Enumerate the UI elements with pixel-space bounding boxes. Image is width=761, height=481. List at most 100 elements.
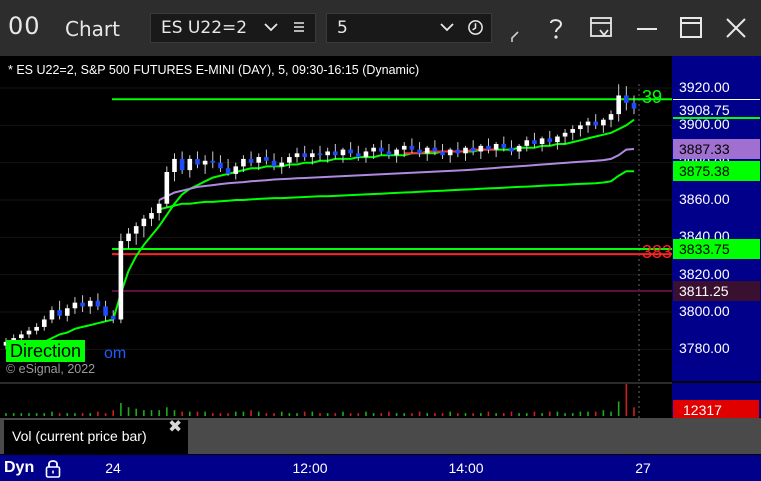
clipped-price-label-text: 383: [642, 242, 672, 263]
candle-body: [371, 147, 376, 152]
volume-bar: [273, 413, 275, 416]
candle-body: [478, 145, 484, 152]
time-tick-label: 12:00: [292, 460, 328, 476]
candle-body: [317, 153, 323, 156]
volume-bar: [35, 413, 38, 416]
volume-bar: [541, 413, 543, 416]
candle-body: [248, 158, 254, 163]
candle-body: [310, 153, 315, 158]
lock-icon[interactable]: [43, 457, 63, 479]
candle-body: [355, 153, 361, 158]
volume-bar: [150, 410, 153, 416]
volume-bar: [610, 411, 612, 416]
title-bar: 00 Chart ES U22=2 5: [0, 0, 761, 56]
price-scale[interactable]: 3920.003900.003880.003860.003840.003820.…: [672, 56, 761, 381]
volume-bar: [303, 411, 306, 416]
volume-bar: [403, 413, 406, 416]
volume-bar: [104, 413, 107, 416]
volume-bar: [495, 413, 497, 416]
volume-bars: [5, 384, 635, 416]
candle-body: [141, 218, 147, 227]
volume-bar: [135, 408, 137, 416]
candle-body: [57, 310, 62, 316]
list-icon[interactable]: [291, 20, 307, 36]
direction-study-label[interactable]: Direction: [6, 340, 86, 362]
volume-bar: [587, 411, 589, 416]
candle-body: [218, 162, 223, 169]
candle-body: [118, 241, 124, 320]
candle-body: [333, 151, 338, 156]
candle-body: [432, 147, 438, 152]
price-marker-label: 3833.75: [673, 239, 760, 259]
volume-bar: [296, 413, 298, 416]
candle-body: [493, 144, 499, 150]
candle-body: [95, 300, 101, 307]
minimize-icon[interactable]: [633, 14, 661, 42]
candle-body: [562, 132, 568, 137]
volume-bar: [395, 413, 398, 416]
volume-bar: [457, 413, 459, 416]
candle-body: [325, 151, 330, 156]
candle-body: [608, 114, 614, 120]
candle-body: [294, 153, 300, 158]
volume-bar: [571, 413, 574, 416]
volume-bar: [480, 413, 482, 416]
chevron-down-icon[interactable]: [439, 19, 455, 35]
chart-plot[interactable]: [0, 56, 672, 455]
volume-bar: [81, 413, 84, 416]
candles: [3, 84, 637, 350]
volume-bar: [89, 413, 92, 416]
volume-bar: [20, 413, 23, 416]
volume-bar: [12, 413, 15, 416]
volume-bar: [533, 411, 536, 416]
candle-body: [279, 162, 285, 167]
candle-body: [593, 121, 599, 126]
volume-bar: [51, 411, 53, 416]
volume-bar: [633, 407, 635, 416]
close-icon[interactable]: [722, 14, 750, 42]
volume-bar: [250, 410, 252, 416]
time-tick-label: 27: [635, 460, 651, 476]
help-icon[interactable]: [542, 14, 570, 42]
candle-body: [264, 157, 269, 161]
price-tick-label: 3800.00: [679, 303, 730, 319]
volume-bar: [257, 411, 260, 416]
candle-body: [363, 151, 369, 158]
candle-body: [49, 310, 55, 320]
moving-average-line: [158, 170, 634, 211]
symbol-field[interactable]: ES U22=2: [150, 13, 316, 43]
price-tick-label: 3920.00: [679, 79, 730, 95]
maximize-icon[interactable]: [677, 14, 705, 42]
study-tab-label: Vol (current price bar): [12, 428, 147, 444]
candle-body: [547, 138, 553, 143]
template-icon[interactable]: [587, 14, 615, 42]
volume-bar: [372, 413, 375, 416]
copyright-text: © eSignal, 2022: [6, 362, 96, 376]
symbol-value: ES U22=2: [161, 18, 248, 38]
volume-bar: [556, 411, 559, 416]
dynamic-mode-label[interactable]: Dyn: [4, 459, 34, 477]
study-close-icon[interactable]: ✖: [168, 417, 182, 437]
window-title: Chart: [65, 17, 120, 41]
clock-icon[interactable]: [467, 19, 484, 36]
volume-bar: [434, 413, 436, 416]
pencil-icon[interactable]: [506, 22, 522, 44]
candle-body: [225, 168, 231, 174]
candle-body: [455, 149, 461, 154]
clipped-price-label: 383: [642, 242, 672, 266]
candle-body: [80, 302, 85, 307]
volume-bar: [510, 411, 513, 416]
volume-bar: [181, 411, 183, 416]
interval-value: 5: [337, 18, 348, 38]
interval-field[interactable]: 5: [326, 13, 492, 43]
candle-body: [302, 153, 307, 158]
grid: [0, 84, 672, 418]
volume-bar: [211, 413, 214, 416]
candle-body: [509, 147, 514, 152]
chevron-down-icon[interactable]: [263, 19, 279, 35]
candle-body: [424, 147, 430, 154]
candle-body: [447, 149, 453, 156]
price-marker-label: 3887.33: [673, 138, 760, 159]
candle-body: [616, 95, 621, 115]
volume-bar: [464, 413, 467, 416]
